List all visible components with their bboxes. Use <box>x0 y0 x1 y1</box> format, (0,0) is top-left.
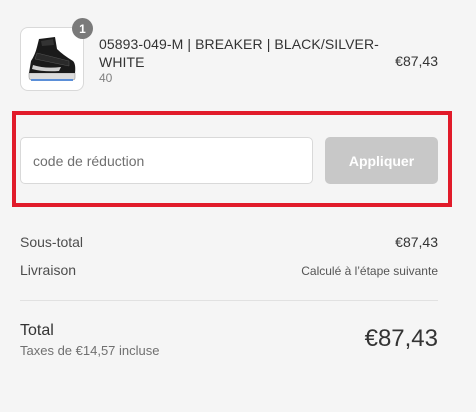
subtotal-label: Sous-total <box>20 234 84 250</box>
total-value: €87,43 <box>364 325 438 352</box>
taxes-label: Taxes de €14,57 incluse <box>20 343 160 358</box>
product-title: 05893-049-M | BREAKER | BLACK/SILVER-WHI… <box>99 36 379 70</box>
subtotal-value: €87,43 <box>395 234 438 250</box>
summary-divider <box>20 300 438 301</box>
apply-discount-button[interactable]: Appliquer <box>325 137 438 184</box>
order-line-item: 1 05893-049-M | BREAKER | BLACK/SILVER-W… <box>20 18 438 93</box>
shipping-label: Livraison <box>20 262 77 278</box>
shipping-value: Calculé à l’étape suivante <box>301 264 438 278</box>
shipping-row: Livraison Calculé à l’étape suivante <box>20 262 438 278</box>
total-label: Total <box>20 322 54 339</box>
sneaker-icon <box>28 37 76 81</box>
product-thumbnail: 1 <box>20 18 93 91</box>
discount-code-input[interactable] <box>20 137 313 184</box>
product-price: €87,43 <box>395 53 438 69</box>
subtotal-row: Sous-total €87,43 <box>20 234 438 250</box>
quantity-badge: 1 <box>72 18 93 39</box>
product-variant: 40 <box>99 71 113 85</box>
